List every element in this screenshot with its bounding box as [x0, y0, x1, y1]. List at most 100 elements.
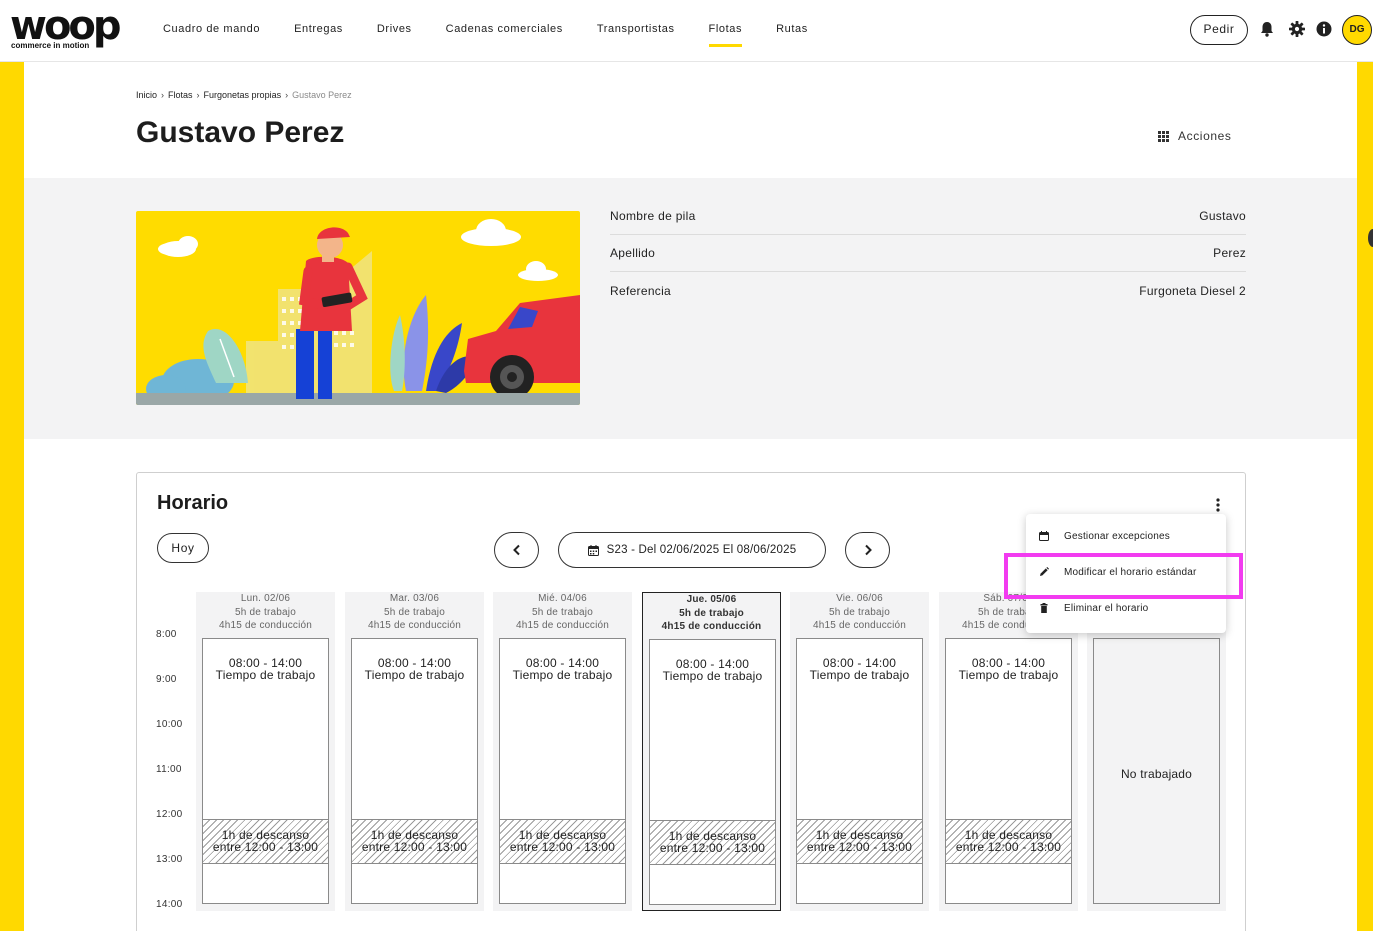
breadcrumb-flotas[interactable]: Flotas — [168, 90, 193, 100]
day-driving-hours: 4h15 de conducción — [367, 620, 462, 631]
day-column[interactable]: Vie. 06/06 5h de trabajo 4h15 de conducc… — [790, 592, 929, 911]
schedule-title: Horario — [157, 492, 229, 514]
day-work-hours: 5h de trabajo — [235, 607, 296, 618]
day-column-today[interactable]: Jue. 05/06 5h de trabajo 4h15 de conducc… — [642, 592, 781, 911]
menu-item-label: Eliminar el horario — [1064, 602, 1149, 614]
right-accent-bar — [1357, 62, 1373, 931]
day-column[interactable]: Mié. 04/06 5h de trabajo 4h15 de conducc… — [493, 592, 632, 911]
pedir-button[interactable]: Pedir — [1190, 15, 1248, 45]
nav-item-transportistas[interactable]: Transportistas — [597, 0, 675, 62]
day-column[interactable]: Sáb. 07/06 5h de trabajo 4h15 de conducc… — [939, 592, 1078, 911]
day-date: Jue. 05/06 — [686, 594, 737, 605]
day-date: Mié. 04/06 — [538, 593, 587, 604]
breadcrumb-inicio[interactable]: Inicio — [136, 90, 157, 100]
bell-icon[interactable] — [1258, 20, 1276, 38]
info-label: Referencia — [610, 283, 672, 298]
work-type: Tiempo de trabajo — [215, 668, 316, 682]
today-button[interactable]: Hoy — [157, 533, 209, 563]
info-row: Apellido Perez — [610, 235, 1246, 272]
break-block: 1h de descanso entre 12:00 - 13:00 — [797, 819, 922, 864]
week-label: S23 - Del 02/06/2025 El 08/06/2025 — [606, 544, 797, 556]
work-type: Tiempo de trabajo — [512, 668, 613, 682]
nav-item-flotas[interactable]: Flotas — [708, 0, 743, 62]
driver-info: Nombre de pila Gustavo Apellido Perez Re… — [610, 198, 1246, 309]
day-driving-hours: 4h15 de conducción — [515, 620, 610, 631]
break-block: 1h de descanso entre 12:00 - 13:00 — [650, 820, 775, 865]
break-block: 1h de descanso entre 12:00 - 13:00 — [946, 819, 1071, 864]
side-handle[interactable] — [1368, 229, 1373, 247]
chevron-right-icon: › — [196, 90, 200, 100]
day-driving-hours: 4h15 de conducción — [812, 620, 907, 631]
woop-logo[interactable]: woop commerce in motion — [10, 6, 122, 52]
nav-item-rutas[interactable]: Rutas — [776, 0, 808, 62]
day-work-hours: 5h de trabajo — [829, 607, 890, 618]
gear-icon[interactable] — [1288, 20, 1306, 38]
break-block: 1h de descanso entre 12:00 - 13:00 — [500, 819, 625, 864]
hour-label: 10:00 — [156, 719, 183, 730]
work-block[interactable]: 08:00 - 14:00 Tiempo de trabajo 1h de des… — [649, 639, 776, 905]
chevron-right-icon — [864, 544, 872, 556]
break-range: entre 12:00 - 13:00 — [659, 841, 766, 855]
trash-icon — [1040, 603, 1048, 613]
day-date: Mar. 03/06 — [389, 593, 440, 604]
day-driving-hours: 4h15 de conducción — [661, 621, 762, 632]
chevron-right-icon: › — [161, 90, 165, 100]
info-icon[interactable] — [1315, 20, 1333, 38]
work-type: Tiempo de trabajo — [662, 669, 763, 683]
calendar-icon — [587, 544, 599, 556]
more-vertical-icon[interactable] — [1211, 497, 1225, 513]
break-range: entre 12:00 - 13:00 — [806, 840, 913, 854]
info-label: Apellido — [610, 246, 656, 260]
work-block[interactable]: 08:00 - 14:00 Tiempo de trabajo 1h de des… — [202, 638, 329, 904]
day-column[interactable]: Lun. 02/06 5h de trabajo 4h15 de conducc… — [196, 592, 335, 911]
day-date: Lun. 02/06 — [240, 593, 291, 604]
info-row: Nombre de pila Gustavo — [610, 198, 1246, 235]
day-column[interactable]: Mar. 03/06 5h de trabajo 4h15 de conducc… — [345, 592, 484, 911]
hour-label: 8:00 — [156, 629, 177, 640]
break-block: 1h de descanso entre 12:00 - 13:00 — [203, 819, 328, 864]
top-navigation-bar: woop commerce in motion Cuadro de mando … — [0, 0, 1373, 62]
day-work-hours: 5h de trabajo — [679, 608, 744, 619]
previous-week-button[interactable] — [494, 532, 539, 568]
chevron-right-icon: › — [285, 90, 289, 100]
main-nav: Cuadro de mando Entregas Drives Cadenas … — [163, 0, 842, 62]
acciones-button[interactable]: Acciones — [1158, 129, 1232, 143]
break-range: entre 12:00 - 13:00 — [509, 840, 616, 854]
nav-item-cadenas-comerciales[interactable]: Cadenas comerciales — [446, 0, 563, 62]
page-title: Gustavo Perez — [136, 116, 345, 149]
week-picker[interactable]: S23 - Del 02/06/2025 El 08/06/2025 — [558, 532, 826, 568]
nav-item-entregas[interactable]: Entregas — [294, 0, 343, 62]
break-range: entre 12:00 - 13:00 — [212, 840, 319, 854]
logo-wordmark: woop — [10, 3, 122, 49]
info-value: Perez — [1213, 246, 1246, 260]
chevron-left-icon — [512, 544, 520, 556]
work-block[interactable]: 08:00 - 14:00 Tiempo de trabajo 1h de des… — [499, 638, 626, 904]
user-avatar[interactable]: DG — [1342, 15, 1372, 45]
break-range: entre 12:00 - 13:00 — [955, 840, 1062, 854]
next-week-button[interactable] — [845, 532, 890, 568]
breadcrumb: Inicio › Flotas › Furgonetas propias › G… — [136, 90, 352, 100]
hour-label: 13:00 — [156, 854, 183, 865]
driver-illustration — [136, 211, 580, 405]
hour-label: 9:00 — [156, 674, 177, 685]
work-block[interactable]: 08:00 - 14:00 Tiempo de trabajo 1h de des… — [796, 638, 923, 904]
day-column-off[interactable]: No trabajado — [1087, 592, 1226, 911]
menu-item-label: Gestionar excepciones — [1064, 530, 1170, 542]
nav-item-drives[interactable]: Drives — [377, 0, 412, 62]
left-accent-bar — [0, 62, 24, 931]
menu-item-gestionar-excepciones[interactable]: Gestionar excepciones — [1026, 518, 1226, 554]
off-block[interactable]: No trabajado — [1093, 638, 1220, 904]
work-type: Tiempo de trabajo — [958, 668, 1059, 682]
break-range: entre 12:00 - 13:00 — [361, 840, 468, 854]
work-block[interactable]: 08:00 - 14:00 Tiempo de trabajo 1h de des… — [351, 638, 478, 904]
work-type: Tiempo de trabajo — [809, 668, 910, 682]
info-row: Referencia Furgoneta Diesel 2 — [610, 272, 1246, 309]
day-driving-hours: 4h15 de conducción — [218, 620, 313, 631]
day-work-hours: 5h de trabajo — [532, 607, 593, 618]
info-label: Nombre de pila — [610, 209, 696, 223]
work-block[interactable]: 08:00 - 14:00 Tiempo de trabajo 1h de des… — [945, 638, 1072, 904]
hour-label: 12:00 — [156, 809, 183, 820]
breadcrumb-furgonetas-propias[interactable]: Furgonetas propias — [204, 90, 282, 100]
calendar-icon — [1039, 531, 1049, 541]
nav-item-cuadro-de-mando[interactable]: Cuadro de mando — [163, 0, 260, 62]
